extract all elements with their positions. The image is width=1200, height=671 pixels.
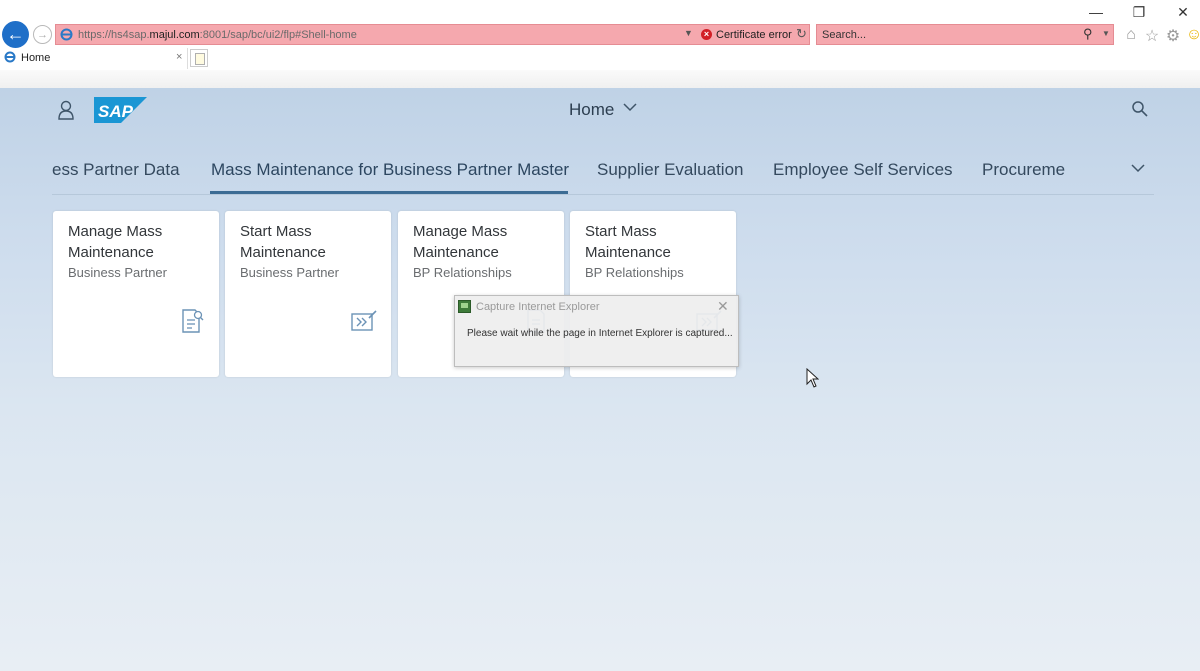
search-icon[interactable]: ⚲ bbox=[1083, 26, 1093, 42]
user-icon[interactable] bbox=[57, 100, 75, 120]
tile-title: Start Mass Maintenance bbox=[240, 223, 326, 261]
search-placeholder: Search... bbox=[822, 29, 867, 41]
smiley-feedback-icon[interactable]: ☺ bbox=[1185, 26, 1200, 44]
group-anchor-bar: ess Partner Data Mass Maintenance for Bu… bbox=[52, 150, 1154, 195]
restore-button[interactable]: ❐ bbox=[1129, 4, 1149, 21]
refresh-icon[interactable]: ↻ bbox=[796, 26, 807, 42]
tile-subtitle: BP Relationships bbox=[413, 265, 512, 280]
anchor-item-procurement[interactable]: Procureme bbox=[982, 160, 1065, 180]
sap-logo[interactable]: SAP bbox=[94, 97, 147, 123]
tab-home[interactable]: Home × bbox=[0, 48, 188, 69]
home-icon[interactable]: ⌂ bbox=[1122, 26, 1140, 44]
forward-edit-icon bbox=[351, 310, 377, 331]
anchor-item-employee-self-services[interactable]: Employee Self Services bbox=[773, 160, 953, 180]
forward-arrow-icon: → bbox=[37, 28, 48, 41]
certificate-error-label[interactable]: Certificate error bbox=[716, 29, 792, 41]
ie-tab-icon bbox=[4, 51, 16, 63]
tile-manage-mass-maintenance-bp[interactable]: Manage Mass Maintenance Business Partner bbox=[53, 211, 219, 377]
forward-button[interactable]: → bbox=[33, 25, 52, 44]
chevron-down-icon[interactable] bbox=[623, 102, 637, 112]
dialog-message: Please wait while the page in Internet E… bbox=[467, 328, 733, 339]
new-tab-button[interactable] bbox=[190, 49, 208, 67]
favorites-star-icon[interactable]: ☆ bbox=[1143, 26, 1161, 46]
settings-gear-icon[interactable]: ⚙ bbox=[1164, 26, 1182, 46]
anchor-overflow-chevron-icon[interactable] bbox=[1131, 163, 1145, 173]
close-icon[interactable]: ✕ bbox=[717, 298, 729, 315]
tab-close-icon[interactable]: × bbox=[176, 51, 182, 63]
selected-anchor-indicator bbox=[210, 191, 568, 194]
back-arrow-icon: ← bbox=[6, 24, 25, 44]
browser-chrome: — ❐ ✕ ← → https://hs4sap.majul.com:8001/… bbox=[0, 0, 1200, 89]
ie-page-icon bbox=[60, 28, 73, 41]
search-icon[interactable] bbox=[1131, 100, 1149, 118]
capture-app-icon bbox=[458, 300, 471, 313]
tile-subtitle: BP Relationships bbox=[585, 265, 684, 280]
capture-dialog: Capture Internet Explorer ✕ Please wait … bbox=[454, 295, 739, 367]
browser-search-input[interactable]: Search... ⚲ ▼ bbox=[816, 24, 1114, 45]
search-dropdown-icon[interactable]: ▼ bbox=[1102, 29, 1110, 38]
shell-header: SAP Home bbox=[0, 88, 1200, 132]
close-window-button[interactable]: ✕ bbox=[1173, 4, 1193, 21]
tile-subtitle: Business Partner bbox=[68, 265, 167, 280]
tile-title: Manage Mass Maintenance bbox=[68, 223, 163, 261]
anchor-item-business-partner-data[interactable]: ess Partner Data bbox=[52, 160, 180, 180]
tab-title: Home bbox=[21, 52, 51, 64]
address-dropdown-icon[interactable]: ▼ bbox=[684, 28, 693, 38]
tile-title: Start Mass Maintenance bbox=[585, 223, 671, 261]
page-title[interactable]: Home bbox=[569, 100, 614, 120]
tile-subtitle: Business Partner bbox=[240, 265, 339, 280]
mouse-cursor-icon bbox=[806, 368, 819, 388]
anchor-item-supplier-evaluation[interactable]: Supplier Evaluation bbox=[597, 160, 743, 180]
anchor-item-mass-maintenance[interactable]: Mass Maintenance for Business Partner Ma… bbox=[211, 160, 569, 180]
browser-toolbar-strip bbox=[0, 70, 1200, 89]
fiori-launchpad: SAP Home ess Partner Data Mass Maintenan… bbox=[0, 88, 1200, 671]
dialog-title: Capture Internet Explorer bbox=[476, 301, 600, 313]
minimize-button[interactable]: — bbox=[1086, 4, 1106, 20]
back-button[interactable]: ← bbox=[2, 21, 29, 48]
certificate-error-icon: × bbox=[701, 29, 712, 40]
url-text[interactable]: https://hs4sap.majul.com:8001/sap/bc/ui2… bbox=[78, 29, 357, 41]
tile-start-mass-maintenance-bp[interactable]: Start Mass Maintenance Business Partner bbox=[225, 211, 391, 377]
document-search-icon bbox=[182, 309, 204, 333]
tile-title: Manage Mass Maintenance bbox=[413, 223, 508, 261]
sap-logo-text: SAP bbox=[98, 102, 134, 121]
address-bar[interactable]: https://hs4sap.majul.com:8001/sap/bc/ui2… bbox=[55, 24, 810, 45]
